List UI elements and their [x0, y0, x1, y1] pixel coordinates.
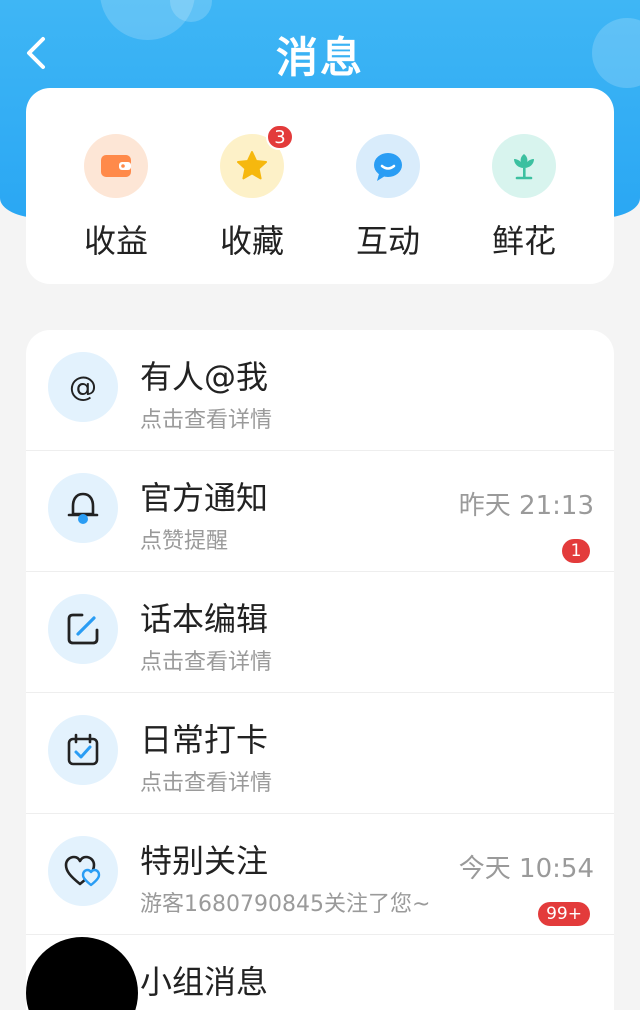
list-item-title: 话本编辑 — [140, 600, 269, 638]
svg-text:@: @ — [69, 370, 97, 403]
calendar-check-icon — [48, 715, 118, 785]
list-item-subtitle: 点击查看详情 — [140, 408, 273, 433]
list-item-title: 小组消息 — [140, 963, 269, 1001]
quick-action-label: 互动 — [355, 222, 420, 260]
unread-badge: 1 — [562, 539, 590, 563]
list-item-subtitle: 游客1680790845关注了您~ — [140, 892, 431, 917]
quick-actions-card: 收益 3 收藏 互动 鲜花 — [26, 88, 614, 284]
bell-icon — [48, 473, 118, 543]
star-icon: 3 — [220, 124, 294, 198]
list-item-time: 今天 10:54 — [458, 854, 594, 884]
quick-action-favorites[interactable]: 3 收藏 — [197, 88, 307, 284]
list-item-title: 有人@我 — [140, 358, 269, 396]
at-sign-icon: @ — [48, 352, 118, 422]
list-item-subtitle: 点击查看详情 — [140, 771, 273, 796]
quick-action-label: 收藏 — [219, 222, 284, 260]
list-item-time: 昨天 21:13 — [458, 491, 594, 521]
flower-icon — [492, 134, 556, 198]
list-item-title: 官方通知 — [140, 479, 269, 517]
list-item-subtitle: 点击查看详情 — [140, 650, 273, 675]
list-item-title: 日常打卡 — [140, 721, 269, 759]
quick-action-flowers[interactable]: 鲜花 — [469, 88, 579, 284]
list-item-official-notice[interactable]: 官方通知 点赞提醒 昨天 21:13 1 — [26, 451, 614, 572]
page-title: 消息 — [275, 33, 364, 82]
chat-bubble-icon — [356, 134, 420, 198]
unread-badge: 99+ — [538, 902, 590, 926]
quick-action-label: 鲜花 — [491, 222, 556, 260]
list-item-subtitle: 点赞提醒 — [140, 529, 229, 554]
heart-icon — [48, 836, 118, 906]
favorites-badge: 3 — [266, 124, 294, 150]
wallet-icon — [84, 134, 148, 198]
quick-action-label: 收益 — [83, 222, 148, 260]
quick-action-earnings[interactable]: 收益 — [61, 88, 171, 284]
list-item-title: 特别关注 — [140, 842, 269, 880]
list-item-daily-checkin[interactable]: 日常打卡 点击查看详情 — [26, 693, 614, 814]
edit-icon — [48, 594, 118, 664]
list-item-mentions[interactable]: @ 有人@我 点击查看详情 — [26, 330, 614, 451]
list-item-script-editing[interactable]: 话本编辑 点击查看详情 — [26, 572, 614, 693]
list-item-special-follow[interactable]: 特别关注 游客1680790845关注了您~ 今天 10:54 99+ — [26, 814, 614, 935]
quick-action-interaction[interactable]: 互动 — [333, 88, 443, 284]
message-list: @ 有人@我 点击查看详情 官方通知 点赞提醒 昨天 21:13 1 话本编辑 … — [26, 330, 614, 1010]
